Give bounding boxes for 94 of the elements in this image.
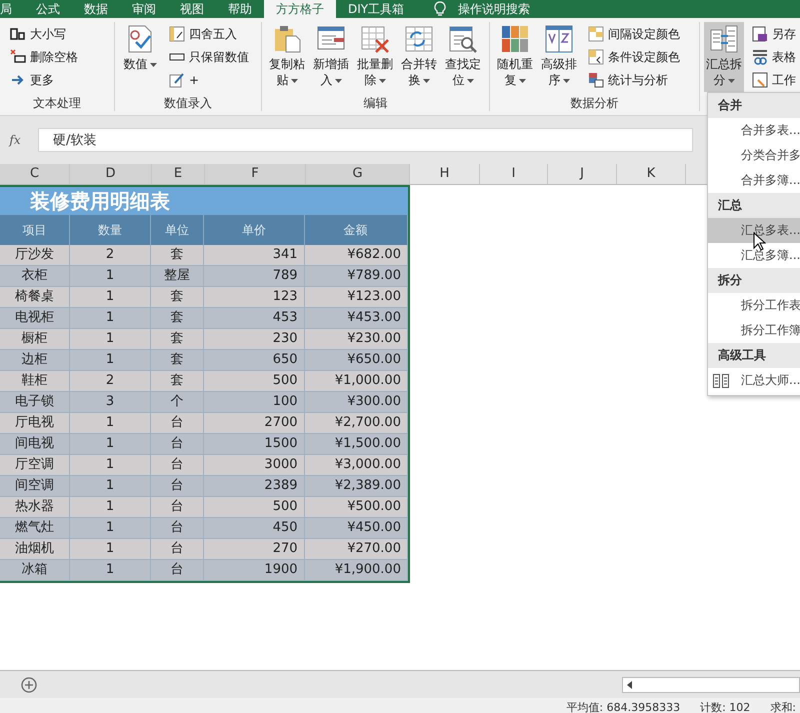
column-header[interactable]: I [480,164,548,184]
ribbon-button[interactable]: 数值 [119,22,161,92]
table-cell: 1 [70,560,152,581]
menu-item[interactable]: 合并多簿... [708,168,800,193]
scroll-left-icon[interactable] [627,681,633,689]
ribbon-tab[interactable]: 公式 [24,0,72,18]
caret-icon [334,78,342,83]
ribbon-icon [544,24,574,54]
status-text: 计数: 102 [700,700,750,713]
caret-icon [422,78,430,83]
ribbon-icon [404,24,434,54]
ribbon-tab[interactable]: 视图 [168,0,216,18]
menu-item[interactable]: 分类合并多 [708,143,800,168]
menu-section-header: 高级工具 [708,343,800,368]
group-label: 数据分析 [570,95,620,111]
tool-icon [588,49,604,65]
ribbon-button[interactable]: 随机重复 [494,22,536,92]
ribbon-small-button[interactable]: 大小写 [8,24,80,44]
tell-me-search[interactable]: 操作说明搜索 [458,0,530,18]
caret-icon [562,78,570,83]
status-text: 平均值: 684.3958333 [566,700,680,713]
ribbon-tab[interactable]: DIY工具箱 [336,0,416,18]
caret-icon [466,78,474,83]
horizontal-scrollbar[interactable] [622,677,800,693]
table-cell: 冰箱 [0,560,70,581]
table-cell: ¥1,900.00 [304,560,408,581]
tool-icon [588,72,604,88]
table-cell: 台 [151,560,204,581]
group-label: 文本处理 [32,95,82,111]
ribbon-small-button[interactable]: 只保留数值 [167,47,251,67]
menu-section-header: 合并 [708,93,800,118]
menu-section-header: 汇总 [708,193,800,218]
ribbon-button[interactable]: 复制粘贴 [266,22,308,92]
tool-icon [169,26,185,42]
column-header[interactable]: F [205,164,306,184]
caret-icon [378,78,386,83]
ribbon-small-button[interactable]: 更多 [8,70,80,90]
column-header[interactable]: G [306,164,410,184]
ribbon-small-button[interactable]: + [167,70,251,90]
ribbon-small-button[interactable]: 工作 [750,70,798,90]
ribbon-small-button[interactable]: 四舍五入 [167,24,251,44]
caret-icon [290,78,298,83]
fx-label: fx [8,133,22,147]
tool-icon [10,26,26,42]
status-text: 求和: [770,700,796,713]
tool-icon [169,72,185,88]
ribbon-icon [500,24,530,54]
caret-icon [518,78,526,83]
ribbon-tab[interactable]: 数据 [72,0,120,18]
caret-icon [150,62,156,67]
ribbon-button[interactable]: 批量删除 [354,22,396,92]
column-header[interactable]: H [410,164,480,184]
ribbon-tab[interactable]: 方方格子 [264,0,336,18]
ribbon-icon [709,24,739,54]
lightbulb-icon [434,1,446,17]
ribbon-tab[interactable]: 帮助 [216,0,264,18]
tool-icon [588,26,604,42]
caret-icon [728,78,734,83]
column-header[interactable]: E [152,164,205,184]
formula-input[interactable]: 硬/软装 [38,128,693,152]
ribbon-button[interactable]: 合并转换 [398,22,440,92]
ribbon-button[interactable]: 高级排序 [538,22,580,92]
ribbon-icon [360,24,390,54]
add-sheet-icon[interactable] [21,676,37,692]
tool-icon [752,72,768,88]
ribbon-small-button[interactable]: 条件设定颜色 [586,47,682,67]
tool-icon [10,49,26,65]
tool-icon [752,26,768,42]
ribbon-icon [448,24,478,54]
tool-icon [752,49,768,65]
menu-section-header: 拆分 [708,268,800,293]
table-cell: 1900 [204,560,305,581]
ribbon-small-button[interactable]: 删除空格 [8,47,80,67]
ribbon-button[interactable]: 汇总拆分 [704,22,744,92]
ribbon-tab[interactable]: 审阅 [120,0,168,18]
column-header[interactable]: C [0,164,70,184]
group-label: 编辑 [362,95,388,111]
menu-item[interactable]: 合并多表... [708,118,800,143]
group-label: 数值录入 [163,95,213,111]
ribbon-small-button[interactable]: 表格 [750,47,798,67]
ribbon-small-button[interactable]: 间隔设定颜色 [586,24,682,44]
menu-item[interactable]: 汇总多簿... [708,243,800,268]
column-header[interactable]: D [70,164,152,184]
ribbon-icon [272,24,302,54]
menu-item[interactable]: 汇总大师... [708,368,800,393]
ribbon-button[interactable]: 查找定位 [442,22,484,92]
column-header[interactable]: K [617,164,686,184]
ribbon-tab[interactable]: 局 [0,0,24,18]
ribbon-button[interactable]: 新增插入 [310,22,352,92]
table-title: 装修费用明细表 [0,187,408,215]
ribbon-small-button[interactable]: 另存 [750,24,798,44]
list-icon [713,374,729,388]
column-header[interactable]: J [548,164,617,184]
ribbon-small-button[interactable]: 统计与分析 [586,70,682,90]
